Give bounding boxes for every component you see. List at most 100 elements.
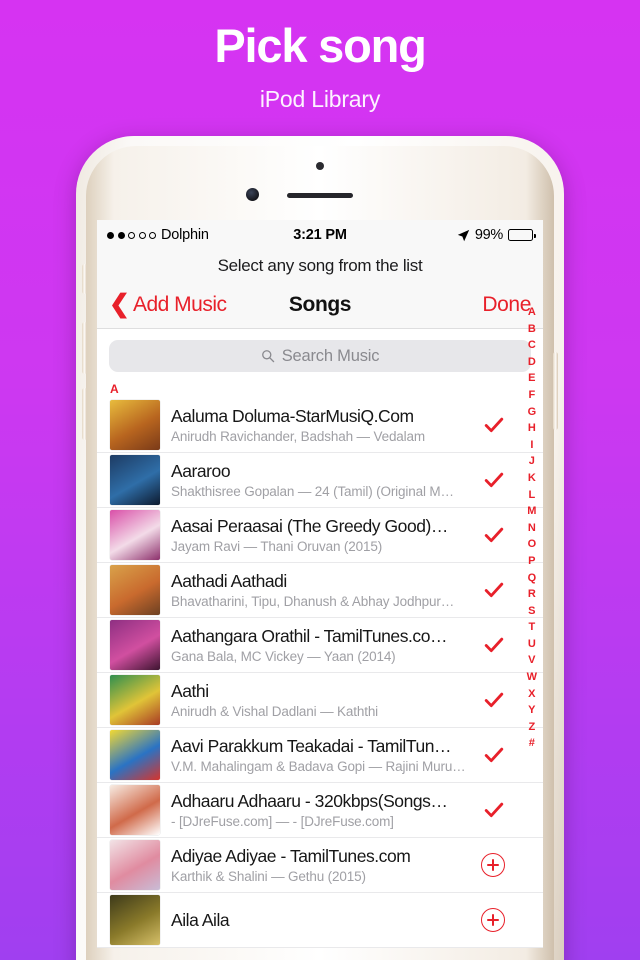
song-title: Adhaaru Adhaaru - 320kbps(Songs… bbox=[171, 791, 448, 811]
album-art bbox=[110, 895, 160, 945]
song-title: Aavi Parakkum Teakadai - TamilTun… bbox=[171, 736, 452, 756]
checkmark-icon bbox=[484, 417, 504, 433]
index-letter[interactable]: D bbox=[528, 354, 536, 371]
song-row[interactable]: Adiyae Adiyae - TamilTunes.com Karthik & … bbox=[97, 838, 543, 893]
index-letter[interactable]: E bbox=[528, 370, 536, 387]
song-row[interactable]: Adhaaru Adhaaru - 320kbps(Songs… - [DJre… bbox=[97, 783, 543, 838]
album-art bbox=[110, 565, 160, 615]
index-letter[interactable]: U bbox=[528, 636, 536, 653]
checkmark-icon bbox=[484, 527, 504, 543]
power-button[interactable] bbox=[553, 352, 558, 430]
song-text: Adhaaru Adhaaru - 320kbps(Songs… - [DJre… bbox=[171, 790, 472, 830]
song-row[interactable]: Aathangara Orathil - TamilTunes.co… Gana … bbox=[97, 618, 543, 673]
proximity-sensor-icon bbox=[316, 162, 324, 170]
song-text: Aathi Anirudh & Vishal Dadlani — Kaththi bbox=[171, 680, 472, 720]
index-letter[interactable]: X bbox=[528, 686, 536, 703]
index-letter[interactable]: F bbox=[528, 387, 535, 404]
song-text: Aararoo Shakthisree Gopalan — 24 (Tamil) … bbox=[171, 460, 472, 500]
promo-header: Pick song iPod Library bbox=[0, 0, 640, 113]
song-subtitle: Anirudh Ravichander, Badshah — Vedalam bbox=[171, 429, 425, 444]
index-letter[interactable]: R bbox=[528, 586, 536, 603]
song-accessory[interactable] bbox=[481, 853, 531, 877]
index-letter[interactable]: J bbox=[529, 453, 535, 470]
song-title: Adiyae Adiyae - TamilTunes.com bbox=[171, 846, 411, 866]
song-subtitle: Jayam Ravi — Thani Oruvan (2015) bbox=[171, 539, 383, 554]
song-row[interactable]: Aathi Anirudh & Vishal Dadlani — Kaththi bbox=[97, 673, 543, 728]
earpiece-speaker-icon bbox=[287, 193, 353, 198]
song-subtitle: Gana Bala, MC Vickey — Yaan (2014) bbox=[171, 649, 396, 664]
index-letter[interactable]: Q bbox=[528, 570, 537, 587]
silence-switch[interactable] bbox=[82, 264, 87, 294]
album-art bbox=[110, 730, 160, 780]
index-letter[interactable]: P bbox=[528, 553, 536, 570]
phone-top-hardware bbox=[97, 146, 543, 220]
checkmark-icon bbox=[484, 472, 504, 488]
instruction-text: Select any song from the list bbox=[97, 250, 543, 282]
index-letter[interactable]: H bbox=[528, 420, 536, 437]
search-input[interactable]: Search Music bbox=[109, 340, 531, 372]
index-letter[interactable]: Z bbox=[528, 719, 535, 736]
index-letter[interactable]: V bbox=[528, 652, 536, 669]
song-title: Aila Aila bbox=[171, 909, 230, 930]
song-row[interactable]: Aila Aila bbox=[97, 893, 543, 948]
add-song-icon[interactable] bbox=[481, 908, 505, 932]
song-text: Aila Aila bbox=[171, 909, 470, 932]
album-art bbox=[110, 675, 160, 725]
index-letter[interactable]: A bbox=[528, 304, 536, 321]
index-letter[interactable]: I bbox=[530, 437, 533, 454]
index-letter[interactable]: C bbox=[528, 337, 536, 354]
status-bar-left: Dolphin bbox=[107, 227, 293, 243]
battery-icon bbox=[508, 229, 536, 241]
song-text: Aavi Parakkum Teakadai - TamilTun… V.M. M… bbox=[171, 735, 472, 775]
alphabet-index[interactable]: A B C D E F G H I J K L M N O P Q R S T U V W X Y Z # bbox=[522, 304, 542, 752]
navigation-bar: ❮ Add Music Songs Done bbox=[97, 282, 543, 329]
volume-down-button[interactable] bbox=[82, 388, 87, 440]
carrier-label: Dolphin bbox=[161, 227, 209, 243]
status-bar-right: 99% bbox=[347, 227, 536, 243]
checkmark-icon bbox=[484, 802, 504, 818]
index-letter[interactable]: # bbox=[529, 735, 535, 752]
signal-strength-icon bbox=[107, 231, 156, 239]
song-text: Aaluma Doluma-StarMusiQ.Com Anirudh Ravic… bbox=[171, 405, 472, 445]
song-subtitle: - [DJreFuse.com] — - [DJreFuse.com] bbox=[171, 814, 394, 829]
song-accessory[interactable] bbox=[483, 799, 531, 821]
phone-mockup: Dolphin 3:21 PM 99% Select any song from… bbox=[76, 136, 564, 960]
index-letter[interactable]: S bbox=[528, 603, 536, 620]
album-art bbox=[110, 840, 160, 890]
song-title: Aasai Peraasai (The Greedy Good)… bbox=[171, 516, 448, 536]
index-letter[interactable]: L bbox=[528, 487, 535, 504]
status-bar: Dolphin 3:21 PM 99% bbox=[97, 220, 543, 250]
checkmark-icon bbox=[484, 747, 504, 763]
index-letter[interactable]: B bbox=[528, 321, 536, 338]
search-icon bbox=[261, 350, 274, 363]
index-letter[interactable]: G bbox=[528, 404, 537, 421]
chevron-left-icon: ❮ bbox=[109, 289, 130, 318]
checkmark-icon bbox=[484, 582, 504, 598]
page-subtitle: iPod Library bbox=[259, 86, 381, 112]
song-row[interactable]: Aavi Parakkum Teakadai - TamilTun… V.M. M… bbox=[97, 728, 543, 783]
section-header: A bbox=[97, 381, 543, 398]
checkmark-icon bbox=[484, 637, 504, 653]
song-row[interactable]: Aararoo Shakthisree Gopalan — 24 (Tamil) … bbox=[97, 453, 543, 508]
album-art bbox=[110, 785, 160, 835]
index-letter[interactable]: T bbox=[528, 619, 535, 636]
index-letter[interactable]: W bbox=[527, 669, 538, 686]
song-subtitle: Shakthisree Gopalan — 24 (Tamil) (Origin… bbox=[171, 484, 454, 499]
clock-label: 3:21 PM bbox=[293, 227, 347, 243]
index-letter[interactable]: M bbox=[527, 503, 536, 520]
back-button-label: Add Music bbox=[132, 293, 227, 316]
back-button[interactable]: ❮ Add Music bbox=[109, 289, 227, 318]
song-text: Aasai Peraasai (The Greedy Good)… Jayam R… bbox=[171, 515, 472, 555]
index-letter[interactable]: O bbox=[528, 536, 537, 553]
song-row[interactable]: Aaluma Doluma-StarMusiQ.Com Anirudh Ravic… bbox=[97, 398, 543, 453]
index-letter[interactable]: K bbox=[528, 470, 536, 487]
song-row[interactable]: Aasai Peraasai (The Greedy Good)… Jayam R… bbox=[97, 508, 543, 563]
index-letter[interactable]: N bbox=[528, 520, 536, 537]
index-letter[interactable]: Y bbox=[528, 702, 536, 719]
volume-up-button[interactable] bbox=[82, 322, 87, 374]
song-list[interactable]: Aaluma Doluma-StarMusiQ.Com Anirudh Ravic… bbox=[97, 398, 543, 948]
song-subtitle: Bhavatharini, Tipu, Dhanush & Abhay Jodh… bbox=[171, 594, 455, 609]
song-row[interactable]: Aathadi Aathadi Bhavatharini, Tipu, Dhanu… bbox=[97, 563, 543, 618]
song-accessory[interactable] bbox=[481, 908, 531, 932]
add-song-icon[interactable] bbox=[481, 853, 505, 877]
